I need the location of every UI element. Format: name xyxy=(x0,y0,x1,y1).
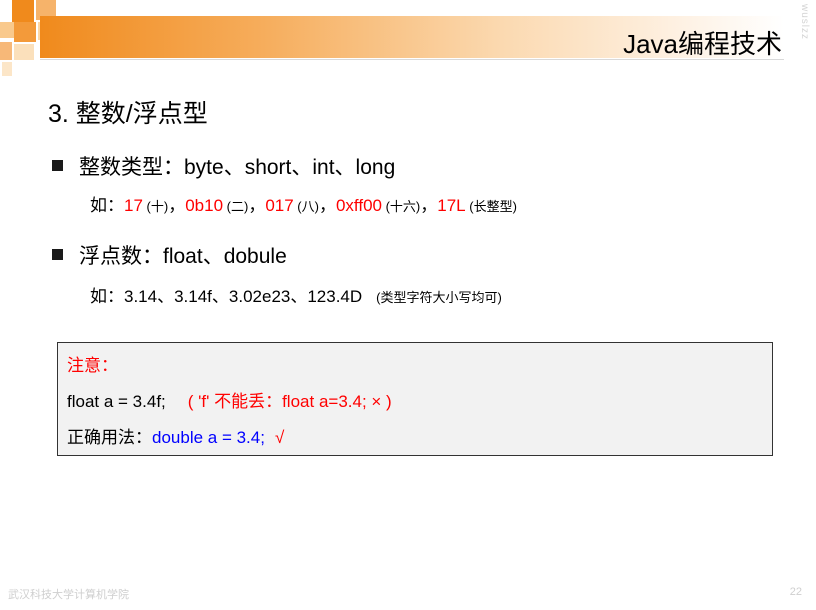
integer-label: 整数类型：byte、short、int、long xyxy=(79,156,396,179)
example-separator: ， xyxy=(248,196,266,215)
example-long: 17L xyxy=(437,196,466,215)
square-bullet-icon xyxy=(52,249,63,260)
example-separator: ， xyxy=(318,196,336,215)
decor-square xyxy=(2,62,12,76)
note-line-2: 正确用法：double a = 3.4; √ xyxy=(67,423,284,448)
note-line-1: float a = 3.4f; ( 'f' 不能丢：float a=3.4; × … xyxy=(67,387,392,412)
bullet-float: 浮点数：float、dobule xyxy=(52,240,287,270)
integer-examples: 如：17 (十)，0b10 (二)，017 (八)，0xff00 (十六)，17… xyxy=(90,191,517,216)
watermark: wuslzz xyxy=(799,4,810,41)
decor-square xyxy=(12,0,34,22)
note-box: 注意： float a = 3.4f; ( 'f' 不能丢：float a=3.4… xyxy=(57,342,773,456)
note-warning: ( 'f' 不能丢：float a=3.4; × ) xyxy=(187,392,392,411)
float-example-text: 如：3.14、3.14f、3.02e23、123.4D xyxy=(90,287,363,306)
example-decimal: 17 xyxy=(124,196,143,215)
example-note: (十六) xyxy=(381,199,421,214)
float-examples: 如：3.14、3.14f、3.02e23、123.4D (类型字符大小写均可) xyxy=(90,282,502,307)
decor-square xyxy=(0,22,14,38)
note-code: float a = 3.4f; xyxy=(67,392,166,411)
example-note: (十) xyxy=(142,199,169,214)
example-prefix: 如： xyxy=(90,196,124,215)
decor-square xyxy=(14,22,36,42)
slide: Java编程技术 wuslzz 3. 整数/浮点型 整数类型：byte、shor… xyxy=(0,0,816,610)
example-separator: ， xyxy=(420,196,438,215)
example-note: (八) xyxy=(293,199,319,214)
page-number: 22 xyxy=(789,586,802,598)
note-title: 注意： xyxy=(67,356,118,375)
example-hex: 0xff00 xyxy=(335,196,382,215)
float-label: 浮点数：float、dobule xyxy=(79,245,287,268)
decor-square xyxy=(0,42,12,60)
check-mark-icon: √ xyxy=(274,428,285,447)
section-heading: 3. 整数/浮点型 xyxy=(48,100,208,128)
footer-institution: 武汉科技大学计算机学院 xyxy=(8,589,129,601)
example-binary: 0b10 xyxy=(185,196,224,215)
square-bullet-icon xyxy=(52,160,63,171)
note-label: 正确用法： xyxy=(67,428,152,447)
example-note: (二) xyxy=(223,199,249,214)
decor-square xyxy=(14,44,34,60)
example-separator: ， xyxy=(168,196,186,215)
example-note: (长整型) xyxy=(465,199,517,214)
slide-title: Java编程技术 xyxy=(623,29,782,59)
bullet-integer: 整数类型：byte、short、int、long xyxy=(52,151,395,181)
note-correct-code: double a = 3.4; xyxy=(152,428,265,447)
example-octal: 017 xyxy=(265,196,294,215)
float-example-note: (类型字符大小写均可) xyxy=(376,290,502,305)
